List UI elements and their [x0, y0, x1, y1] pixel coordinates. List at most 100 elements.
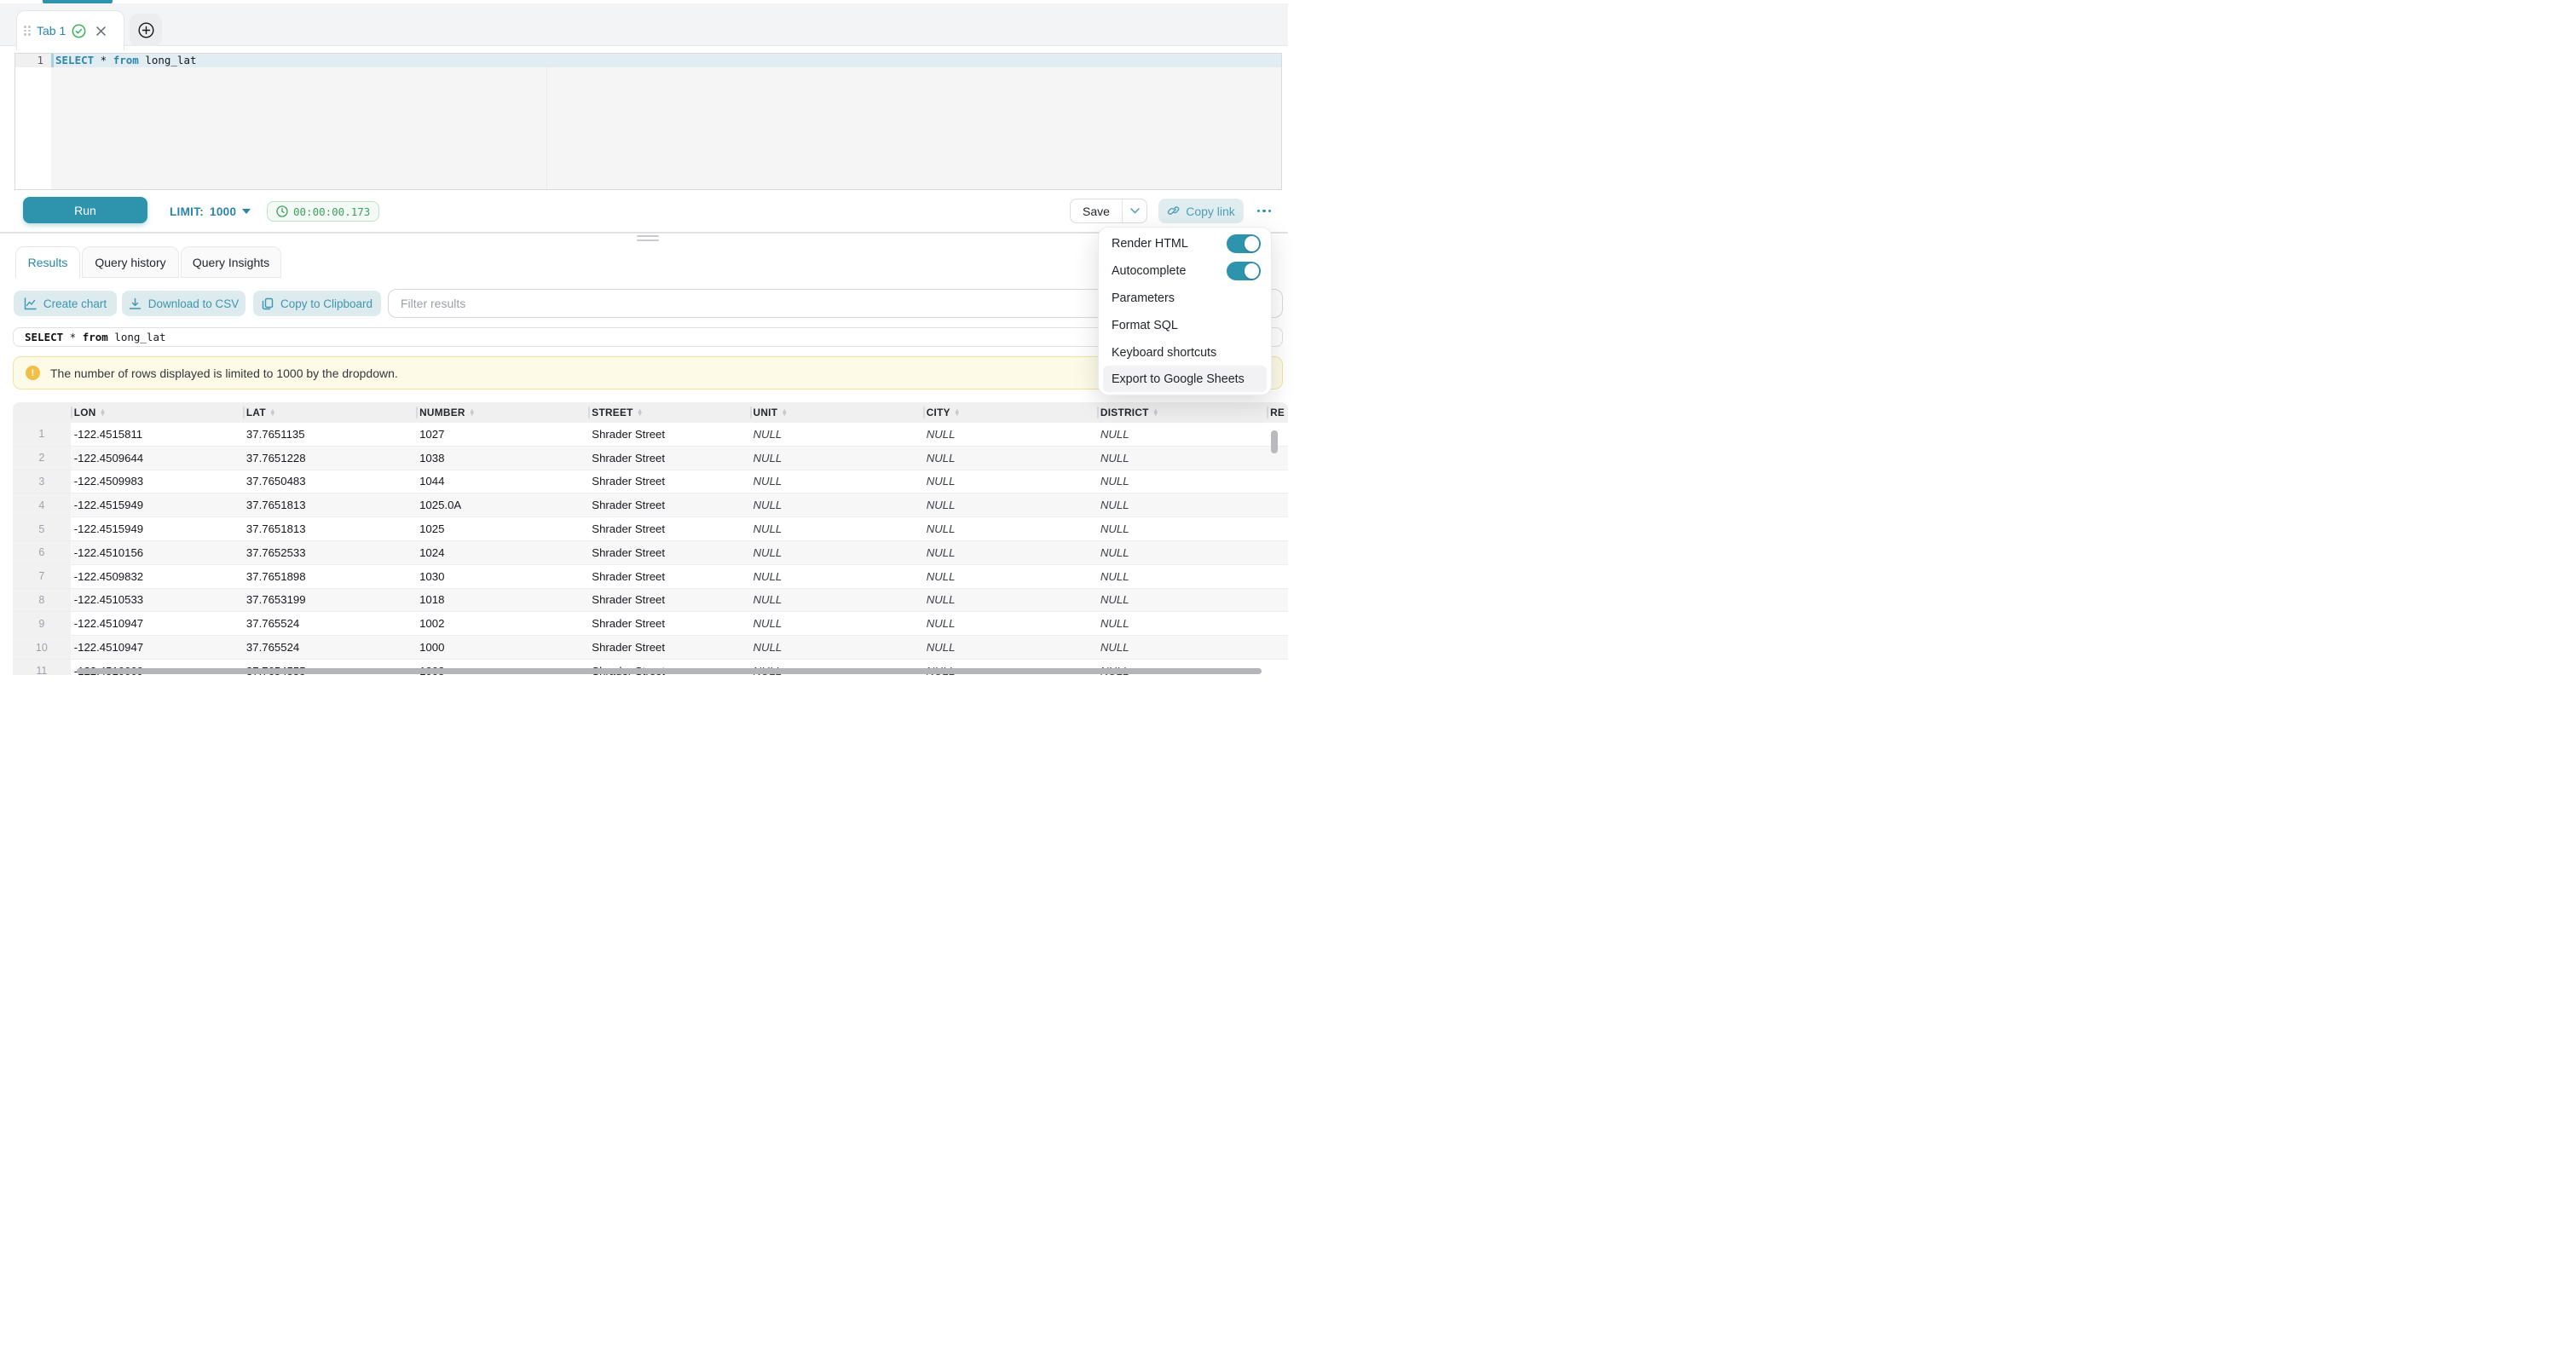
menu-item-keyboard-shortcuts[interactable]: Keyboard shortcuts — [1099, 339, 1271, 366]
cell: 1044 — [416, 470, 588, 493]
editor-toolbar: Run LIMIT: 1000 00:00:00.173 Save Copy l… — [0, 190, 1288, 233]
column-header-street[interactable]: STREET ▴▾ — [588, 402, 749, 423]
close-tab-icon[interactable] — [95, 26, 107, 37]
copy-link-button[interactable]: Copy link — [1158, 199, 1244, 223]
results-table: LON▴▾LAT▴▾NUMBER▴▾STREET▴▾UNIT▴▾CITY▴▾DI… — [13, 402, 1288, 675]
link-icon — [1167, 205, 1180, 217]
sql-identifier: long_lat — [145, 54, 196, 66]
cell: -122.4509983 — [71, 470, 243, 493]
column-label: LON — [74, 407, 96, 418]
chart-icon — [24, 297, 37, 310]
save-button[interactable]: Save — [1071, 199, 1122, 222]
chevron-down-icon — [242, 209, 251, 214]
cell: NULL — [1097, 612, 1267, 635]
cell — [1267, 589, 1288, 612]
cell: -122.4510156 — [71, 541, 243, 564]
cell: NULL — [923, 447, 1097, 470]
cell: 37.7651228 — [243, 447, 416, 470]
copy-clipboard-button[interactable]: Copy to Clipboard — [253, 291, 381, 316]
column-header-number[interactable]: NUMBER▴▾ — [416, 402, 588, 423]
plus-circle-icon — [138, 22, 154, 38]
sort-icon[interactable]: ▴▾ — [956, 409, 959, 417]
menu-item-label: Parameters — [1112, 291, 1261, 305]
menu-item-format-sql[interactable]: Format SQL — [1099, 312, 1271, 339]
menu-item-export-google-sheets[interactable]: Export to Google Sheets — [1103, 366, 1267, 392]
column-resize-handle[interactable] — [588, 407, 590, 418]
sort-icon[interactable]: ▴▾ — [783, 409, 786, 417]
table-row: 10-122.451094737.7655241000Shrader Stree… — [13, 636, 1288, 660]
cell: NULL — [750, 517, 923, 540]
create-chart-button[interactable]: Create chart — [14, 291, 117, 316]
row-number: 9 — [13, 612, 71, 635]
cell: NULL — [1097, 493, 1267, 516]
column-resize-handle[interactable] — [243, 407, 245, 418]
column-resize-handle[interactable] — [923, 407, 925, 418]
sql-keyword: from — [83, 331, 108, 343]
cell: NULL — [923, 565, 1097, 588]
more-options-button[interactable] — [1251, 199, 1277, 223]
column-header-lon[interactable]: LON ▴▾ — [71, 402, 243, 423]
menu-item-autocomplete[interactable]: Autocomplete — [1099, 257, 1271, 285]
table-row: 4-122.451594937.76518131025.0AShrader St… — [13, 493, 1288, 517]
menu-item-render-html[interactable]: Render HTML — [1099, 230, 1271, 257]
sort-icon[interactable]: ▴▾ — [471, 409, 474, 417]
sort-icon[interactable]: ▴▾ — [101, 409, 105, 417]
cell: NULL — [1097, 517, 1267, 540]
vertical-scrollbar[interactable] — [1271, 430, 1278, 453]
column-label: STREET — [592, 407, 632, 418]
render-html-toggle[interactable] — [1227, 234, 1261, 253]
horizontal-scrollbar[interactable] — [77, 668, 1262, 674]
cell: 37.7651135 — [243, 423, 416, 446]
cell: -122.4515949 — [71, 493, 243, 516]
cell: Shrader Street — [588, 423, 749, 446]
cell: 37.7651813 — [243, 517, 416, 540]
column-header-unit[interactable]: UNIT▴▾ — [750, 402, 923, 423]
cell: Shrader Street — [588, 447, 749, 470]
run-button[interactable]: Run — [23, 197, 147, 223]
tab-results[interactable]: Results — [15, 246, 80, 278]
drag-grip-icon[interactable] — [24, 26, 31, 36]
column-header-lat[interactable]: LAT▴▾ — [243, 402, 416, 423]
chevron-down-icon — [1130, 208, 1140, 214]
column-resize-handle[interactable] — [1097, 407, 1099, 418]
cell — [1267, 636, 1288, 659]
column-resize-handle[interactable] — [750, 407, 752, 418]
cell: NULL — [1097, 565, 1267, 588]
sql-code-line[interactable]: SELECT*fromlong_lat — [55, 54, 197, 67]
save-options-button[interactable] — [1122, 199, 1146, 222]
sort-icon[interactable]: ▴▾ — [1154, 409, 1158, 417]
menu-item-parameters[interactable]: Parameters — [1099, 285, 1271, 312]
limit-dropdown[interactable]: LIMIT: 1000 — [170, 190, 251, 233]
sort-icon[interactable]: ▴▾ — [271, 409, 274, 417]
cell — [1267, 541, 1288, 564]
column-header-district[interactable]: DISTRICT▴▾ — [1097, 402, 1267, 423]
cell: NULL — [750, 636, 923, 659]
cell: NULL — [923, 423, 1097, 446]
column-resize-handle[interactable] — [416, 407, 418, 418]
row-number: 4 — [13, 493, 71, 516]
editor-gutter — [15, 54, 51, 189]
cell: Shrader Street — [588, 541, 749, 564]
tab-query-history[interactable]: Query history — [82, 246, 179, 278]
cell: 1030 — [416, 565, 588, 588]
column-header-city[interactable]: CITY▴▾ — [923, 402, 1097, 423]
tab-tab1[interactable]: Tab 1 — [16, 10, 124, 50]
cell: NULL — [1097, 541, 1267, 564]
new-tab-button[interactable] — [130, 14, 162, 46]
row-number: 3 — [13, 470, 71, 493]
sql-editor[interactable]: 1 SELECT*fromlong_lat — [14, 53, 1282, 190]
cell — [1267, 470, 1288, 493]
column-header-re[interactable]: RE — [1267, 402, 1288, 423]
cell: 37.7651898 — [243, 565, 416, 588]
column-resize-handle[interactable] — [1267, 407, 1268, 418]
column-resize-handle[interactable] — [71, 407, 72, 418]
cell: NULL — [750, 447, 923, 470]
cell: 1018 — [416, 589, 588, 612]
tab-label: Tab 1 — [37, 24, 66, 38]
sort-icon[interactable]: ▴▾ — [638, 409, 642, 417]
autocomplete-toggle[interactable] — [1227, 262, 1261, 280]
cell: NULL — [923, 636, 1097, 659]
download-csv-button[interactable]: Download to CSV — [122, 291, 245, 316]
resize-handle[interactable] — [637, 235, 659, 244]
tab-query-insights[interactable]: Query Insights — [181, 246, 281, 278]
